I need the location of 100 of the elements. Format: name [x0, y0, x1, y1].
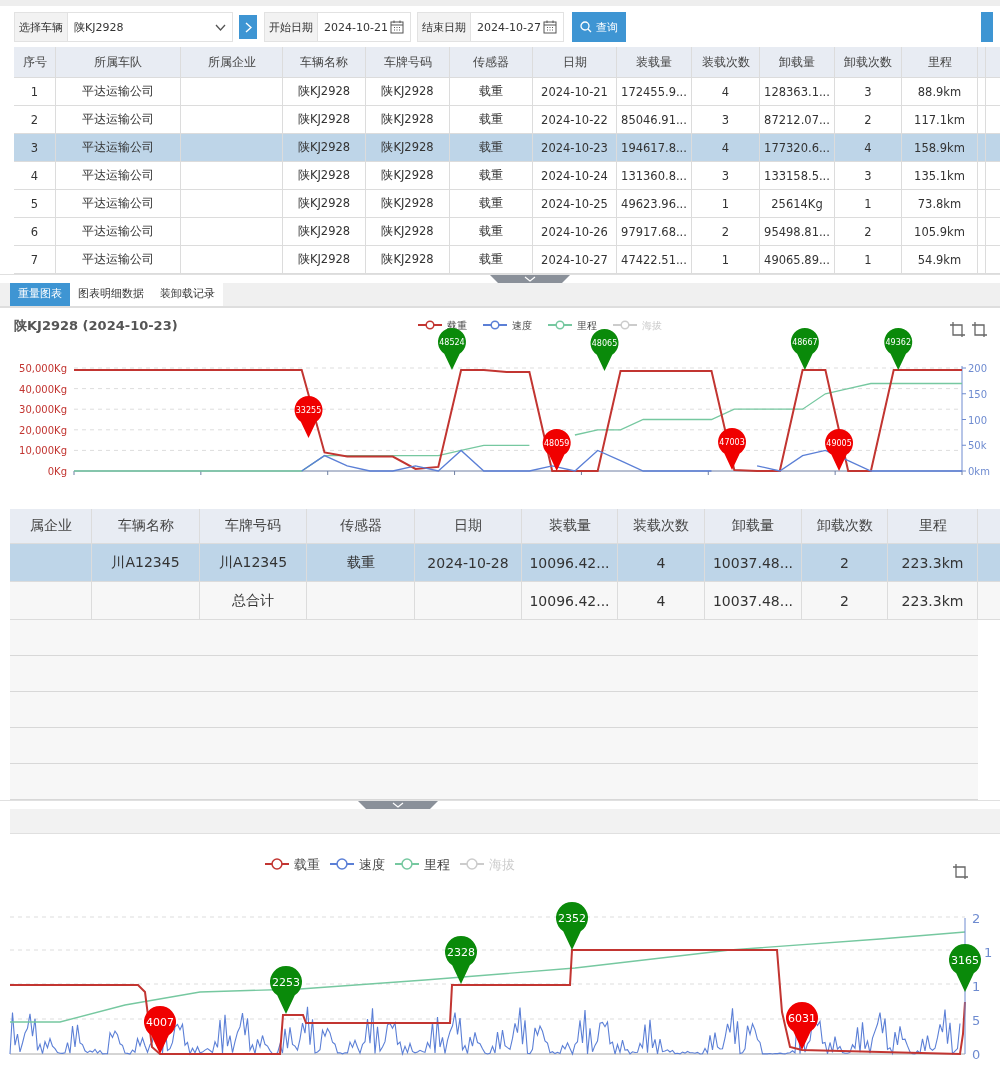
zoom-icon[interactable]	[952, 863, 969, 880]
table-cell: 陕KJ2928	[283, 246, 366, 273]
table-cell: 平达运输公司	[56, 218, 181, 245]
table-cell: 陕KJ2928	[366, 246, 450, 273]
field-label: 开始日期	[264, 12, 318, 42]
legend-label: 速度	[512, 319, 532, 331]
column-header[interactable]: 卸载次数	[835, 47, 902, 77]
legend-item[interactable]: 速度	[329, 856, 385, 872]
column-header[interactable]: 卸载次数	[802, 509, 888, 543]
tab[interactable]: 图表明细数据	[70, 281, 152, 306]
zoom-icon[interactable]	[949, 321, 966, 338]
table-cell: 陕KJ2928	[366, 134, 450, 161]
marker-label: 49362	[885, 337, 911, 347]
calendar-icon	[390, 20, 404, 34]
table-cell: 2	[802, 544, 888, 581]
column-header[interactable]: 序号	[14, 47, 56, 77]
axis-label: 10,000Kg	[19, 445, 67, 457]
table-cell: 载重	[450, 78, 533, 105]
column-header[interactable]: 属企业	[10, 509, 92, 543]
column-header[interactable]: 卸载量	[760, 47, 835, 77]
table-cell: 陕KJ2928	[366, 190, 450, 217]
table-cell: 131360.8...	[617, 162, 692, 189]
table-row[interactable]: 3 平达运输公司 陕KJ2928 陕KJ2928 载重 2024-10-23 194617.8... 4 177320.6... 4 158.9km	[14, 134, 1000, 162]
table-cell: 2024-10-25	[533, 190, 617, 217]
column-header[interactable]: 里程	[888, 509, 978, 543]
table-cell: 49065.89...	[760, 246, 835, 273]
axis-label: 0km	[968, 466, 990, 477]
legend-item[interactable]: 里程	[394, 856, 450, 872]
axis-label: 2	[972, 911, 981, 926]
column-header[interactable]: 车牌号码	[200, 509, 307, 543]
column-header[interactable]: 所属车队	[56, 47, 181, 77]
marker-label: 3165	[951, 953, 979, 967]
field-label: 结束日期	[417, 12, 471, 42]
table-row[interactable]: 川A12345 川A12345 载重 2024-10-28 10096.42... 4 10037.48... 2 223.3km	[10, 544, 1000, 582]
collapse-handle[interactable]	[490, 275, 570, 283]
table-cell: 载重	[307, 544, 415, 581]
table-cell: 172455.9...	[617, 78, 692, 105]
legend-item[interactable]: 载重	[264, 856, 320, 872]
table-cell: 133158.5...	[760, 162, 835, 189]
collapse-handle[interactable]	[358, 801, 438, 809]
table-cell: 川A12345	[92, 544, 200, 581]
axis-label: 0	[972, 1047, 981, 1062]
table-row[interactable]: 7 平达运输公司 陕KJ2928 陕KJ2928 载重 2024-10-27 47422.51... 1 49065.89... 1 54.9km	[14, 246, 1000, 274]
column-header[interactable]: 车辆名称	[92, 509, 200, 543]
marker-label: 6031	[788, 1011, 816, 1025]
column-header[interactable]: 日期	[533, 47, 617, 77]
table-cell: 总合计	[200, 582, 307, 619]
table-row[interactable]: 5 平达运输公司 陕KJ2928 陕KJ2928 载重 2024-10-25 49623.96... 1 25614Kg 1 73.8km	[14, 190, 1000, 218]
legend-item[interactable]: 里程	[547, 319, 597, 331]
table-cell: 128363.1...	[760, 78, 835, 105]
table-cell: 158.9km	[902, 134, 978, 161]
table-cell: 载重	[450, 218, 533, 245]
table-cell: 54.9km	[902, 246, 978, 273]
chart-title: 陕KJ2928 (2024-10-23)	[14, 318, 178, 333]
column-header[interactable]: 所属企业	[181, 47, 283, 77]
chevron-right-icon	[244, 21, 252, 33]
column-header[interactable]: 传感器	[307, 509, 415, 543]
table-cell: 3	[835, 162, 902, 189]
next-button[interactable]	[239, 15, 257, 39]
table-row[interactable]: 2 平达运输公司 陕KJ2928 陕KJ2928 载重 2024-10-22 85046.91... 3 87212.07... 2 117.1km	[14, 106, 1000, 134]
search-icon	[580, 21, 592, 33]
tab[interactable]: 装卸载记录	[152, 281, 223, 306]
date-field[interactable]: 2024-10-27	[471, 12, 564, 42]
vehicle-select[interactable]: 陕KJ2928	[68, 12, 233, 42]
table-row[interactable]: 1 平达运输公司 陕KJ2928 陕KJ2928 载重 2024-10-21 172455.9... 4 128363.1... 3 88.9km	[14, 78, 1000, 106]
marker-label: 48667	[792, 337, 818, 347]
table-row[interactable]: 4 平达运输公司 陕KJ2928 陕KJ2928 载重 2024-10-24 131360.8... 3 133158.5... 3 135.1km	[14, 162, 1000, 190]
table-cell: 135.1km	[902, 162, 978, 189]
date-field[interactable]: 2024-10-21	[318, 12, 411, 42]
marker-label: 2253	[272, 975, 300, 989]
table-cell: 2	[802, 582, 888, 619]
column-header[interactable]: 车牌号码	[366, 47, 450, 77]
marker-label: 2352	[558, 911, 586, 925]
table-row[interactable]: 总合计 10096.42... 4 10037.48... 2 223.3km	[10, 582, 1000, 620]
axis-label: 1	[984, 945, 993, 960]
column-header[interactable]: 车辆名称	[283, 47, 366, 77]
table-cell: 川A12345	[200, 544, 307, 581]
column-header[interactable]: 装载量	[617, 47, 692, 77]
table-cell: 2	[835, 218, 902, 245]
legend-item[interactable]: 速度	[482, 319, 532, 331]
table-cell: 3	[835, 78, 902, 105]
table-cell: 105.9km	[902, 218, 978, 245]
table-cell: 3	[692, 106, 760, 133]
column-header[interactable]: 装载次数	[692, 47, 760, 77]
column-header[interactable]: 卸载量	[705, 509, 802, 543]
column-header[interactable]: 传感器	[450, 47, 533, 77]
zoom-icon[interactable]	[971, 321, 988, 338]
table-cell: 陕KJ2928	[366, 106, 450, 133]
table-cell: 49623.96...	[617, 190, 692, 217]
column-header[interactable]: 日期	[415, 509, 522, 543]
column-header[interactable]: 装载量	[522, 509, 618, 543]
column-header[interactable]: 装载次数	[618, 509, 705, 543]
table-cell: 4	[618, 582, 705, 619]
column-header[interactable]: 里程	[902, 47, 978, 77]
field-label: 选择车辆	[14, 12, 68, 42]
table-cell: 97917.68...	[617, 218, 692, 245]
table-row[interactable]: 6 平达运输公司 陕KJ2928 陕KJ2928 载重 2024-10-26 97917.68... 2 95498.81... 2 105.9km	[14, 218, 1000, 246]
table-cell: 陕KJ2928	[283, 106, 366, 133]
table-cell: 2024-10-21	[533, 78, 617, 105]
table-cell: 1	[14, 78, 56, 105]
